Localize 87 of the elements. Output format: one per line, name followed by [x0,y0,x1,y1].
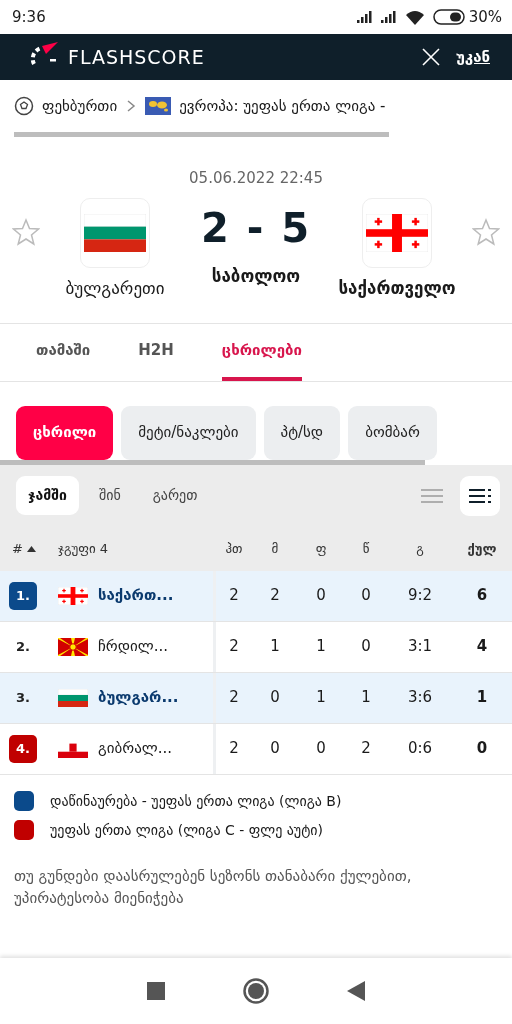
table-cell-text: 2 [228,738,240,760]
table-cell-text: 0 [475,738,489,760]
status-time: 9:36 [12,6,46,28]
star-icon[interactable] [472,217,500,246]
battery-icon [432,9,465,25]
table-cell-text: 0 [360,585,372,607]
table-cell-text: 2 [228,687,240,709]
back-icon[interactable] [347,981,365,1001]
rank-badge: 4. [9,734,37,763]
filter-chip[interactable]: პტ/სდ [263,405,341,460]
column-header[interactable]: ქულ [452,538,512,559]
match-datetime: 05.06.2022 22:45 [188,168,324,189]
view-toggle[interactable] [460,475,500,516]
table-cell-text: 1 [475,687,489,709]
sort-icon[interactable] [26,545,36,552]
rank-number: 3. [15,688,31,707]
back-link[interactable]: უკან [455,45,490,69]
table-cell-text: 0 [269,738,281,760]
detailed-list-icon [469,487,491,504]
table-cell-text: 2 [228,585,240,607]
world-map-icon [145,97,172,115]
filter-chip[interactable]: ბომბარ [348,405,437,460]
filter-chip[interactable]: ცხრილი [16,405,114,460]
table-cell-text: 1 [269,636,281,658]
column-header[interactable]: ჰთ [216,538,252,559]
table-cell-text: 0 [315,738,327,760]
team-name[interactable]: გიბრალ... [98,737,173,760]
wifi-icon [404,9,425,25]
legend-label: დაწინაურება - უეფას ერთა ლიგა (ლიგა B) [50,791,342,811]
team-logo[interactable] [362,197,432,268]
ball-icon [14,96,34,116]
team-name[interactable]: ბულგარ... [98,686,179,709]
star-icon[interactable] [12,217,40,246]
team-name[interactable]: საქართ... [98,584,174,607]
tab[interactable]: თამაში [36,324,91,381]
table-cell-text: 3:6 [406,687,434,709]
legend-label: უეფას ერთა ლიგა (ლიგა C - ფლე აუტი) [50,820,324,840]
table-cell-text: 9:2 [406,585,434,607]
column-header[interactable]: # [12,538,23,559]
flag-icon [366,213,428,252]
rank-badge: 1. [9,581,37,610]
column-header[interactable]: მ [252,538,298,559]
match-score: 2 - 5 [200,203,312,253]
table-cell-text: 1 [360,687,372,709]
table-cell-text: 1 [315,636,327,658]
filter-tab[interactable]: ჯამში [16,476,79,515]
flag-icon [58,688,88,707]
flag-icon [58,637,88,656]
table-cell-text: 0 [315,585,327,607]
rank-number: 2. [15,637,31,656]
column-header[interactable]: გ [388,538,452,559]
team-logo[interactable] [80,197,150,268]
logo-text: FLASHSCORE [68,44,205,70]
column-header[interactable]: ჯგუფი 4 [48,538,216,559]
chevron-icon [125,99,138,113]
list-icon [421,487,443,504]
team-name[interactable]: საქართველო [338,275,456,301]
match-status: საბოლოო [211,264,301,288]
note-text: თუ გუნდები დაასრულებენ სეზონს თანაბარი ქულებით, უპირატესობა მიენიჭება [13,865,413,909]
flag-icon [58,586,88,605]
tab[interactable]: H2H [138,324,174,381]
filter-chip[interactable]: მეტი/ნაკლები [121,405,256,460]
tab[interactable]: ცხრილები [221,324,302,381]
signal-icon [356,11,373,23]
table-cell-text: 4 [475,636,489,658]
breadcrumb-link[interactable]: ფეხბურთი [42,94,118,118]
filter-tab[interactable]: გარეთ [140,476,210,515]
table-cell-text: 0 [269,687,281,709]
battery-percent: 30% [468,6,502,28]
table-cell-text: 1 [315,687,327,709]
team-name[interactable]: ბულგარეთი [65,275,165,301]
table-cell-text: 0 [360,636,372,658]
table-cell-text: 3:1 [406,636,434,658]
table-cell-text: 2 [228,636,240,658]
close-icon[interactable] [421,48,440,66]
table-cell-text: 2 [360,738,372,760]
table-cell-text: 0:6 [406,738,434,760]
team-name[interactable]: ჩრდილ... [98,635,169,658]
filter-tab[interactable]: შინ [86,476,133,515]
column-header[interactable]: ფ [298,538,344,559]
signal-icon [380,11,397,23]
column-header[interactable]: წ [344,538,388,559]
breadcrumb-link[interactable]: ევროპა: უეფას ერთა ლიგა - [179,94,386,118]
table-cell-text: 2 [269,585,281,607]
flag-icon [84,213,146,252]
home-icon[interactable] [243,978,269,1004]
table-cell-text: 6 [475,585,489,607]
